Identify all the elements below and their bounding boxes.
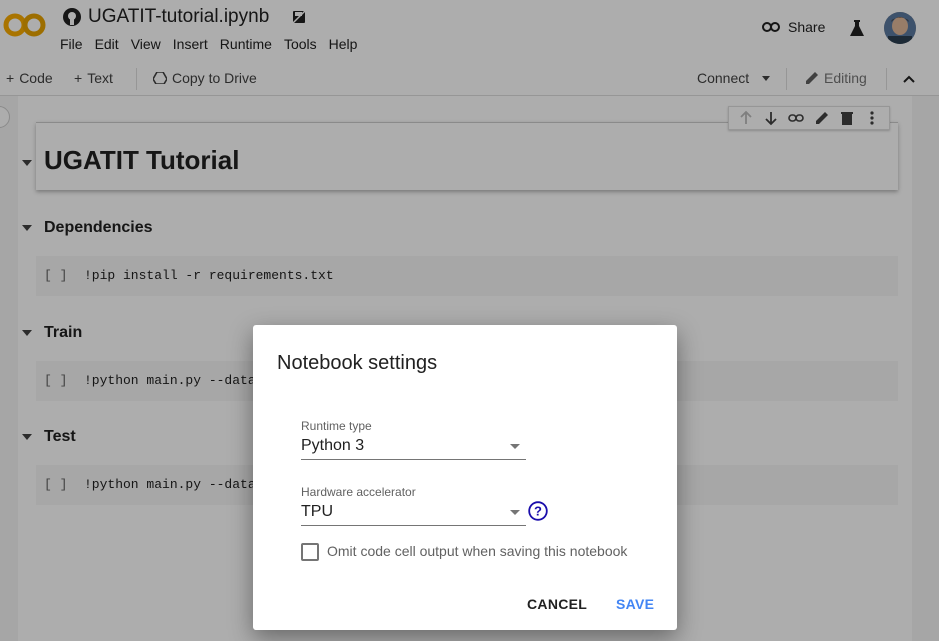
help-icon[interactable]: ? xyxy=(528,501,548,521)
runtime-type-value: Python 3 xyxy=(301,437,365,454)
dropdown-arrow-icon xyxy=(510,444,520,449)
notebook-settings-dialog: Notebook settings Runtime type Python 3 … xyxy=(253,325,677,630)
hardware-accelerator-value: TPU xyxy=(301,503,333,520)
runtime-type-label: Runtime type xyxy=(301,419,372,433)
omit-output-label: Omit code cell output when saving this n… xyxy=(327,543,628,559)
omit-output-checkbox[interactable] xyxy=(301,543,319,561)
svg-text:?: ? xyxy=(534,504,542,519)
runtime-type-select[interactable]: Python 3 xyxy=(301,434,526,460)
dropdown-arrow-icon xyxy=(510,510,520,515)
hardware-accelerator-label: Hardware accelerator xyxy=(301,485,416,499)
cancel-button[interactable]: CANCEL xyxy=(527,596,587,612)
dialog-title: Notebook settings xyxy=(277,352,438,374)
hardware-accelerator-select[interactable]: TPU xyxy=(301,500,526,526)
save-button[interactable]: SAVE xyxy=(616,596,654,612)
